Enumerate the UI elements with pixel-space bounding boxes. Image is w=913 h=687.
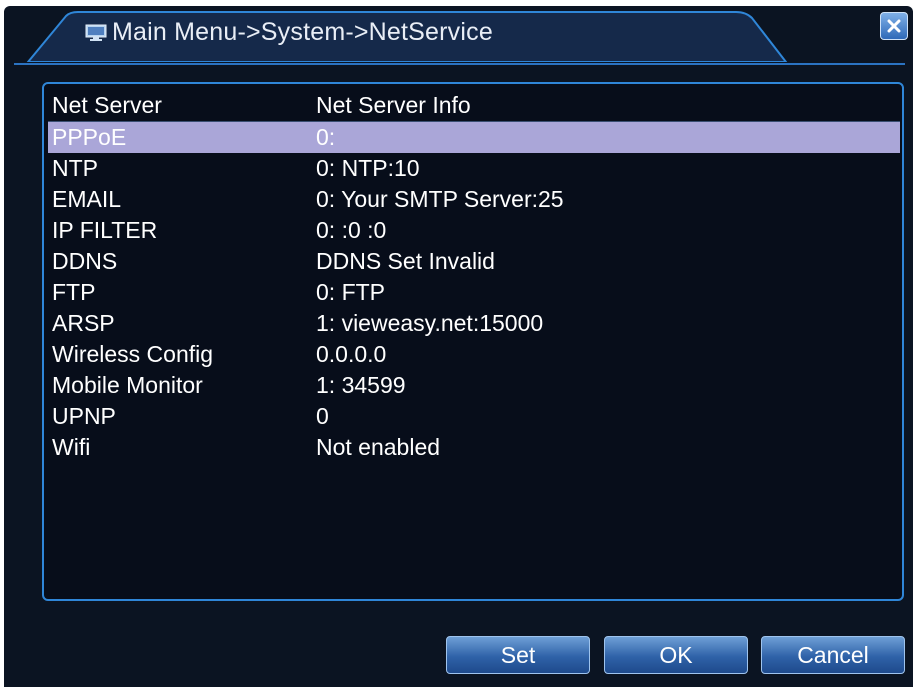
table-row-ftp[interactable]: FTP 0: FTP	[48, 277, 900, 308]
row-name: Wireless Config	[52, 341, 214, 367]
table-row-arsp[interactable]: ARSP 1: vieweasy.net:15000	[48, 308, 900, 339]
table-row-ip-filter[interactable]: IP FILTER 0: :0 :0	[48, 215, 900, 246]
table-row-email[interactable]: EMAIL 0: Your SMTP Server:25	[48, 184, 900, 215]
header-net-server: Net Server	[52, 92, 162, 118]
row-name: PPPoE	[52, 124, 127, 150]
close-icon	[887, 19, 901, 33]
table-row-wireless-config[interactable]: Wireless Config 0.0.0.0	[48, 339, 900, 370]
table-row-upnp[interactable]: UPNP 0	[48, 401, 900, 432]
row-info: 0: NTP:10	[316, 155, 420, 181]
table-header: Net Server Net Server Info	[48, 90, 900, 122]
table-row-ntp[interactable]: NTP 0: NTP:10	[48, 153, 900, 184]
row-name: NTP	[52, 155, 98, 181]
row-info: 1: vieweasy.net:15000	[316, 310, 544, 336]
set-button[interactable]: Set	[446, 636, 590, 674]
window-title: Main Menu->System->NetService	[112, 18, 493, 46]
title-separator	[14, 63, 905, 65]
row-name: IP FILTER	[52, 217, 158, 243]
row-info: 0	[316, 403, 329, 429]
close-button[interactable]	[880, 12, 908, 40]
cancel-button[interactable]: Cancel	[761, 636, 905, 674]
row-name: FTP	[52, 279, 96, 305]
row-name: Wifi	[52, 434, 91, 460]
row-info: Not enabled	[316, 434, 441, 460]
row-name: ARSP	[52, 310, 115, 336]
netservice-window: Main Menu->System->NetService Net Server…	[4, 6, 913, 687]
table-row-pppoe[interactable]: PPPoE 0:	[48, 122, 900, 153]
row-name: DDNS	[52, 248, 118, 274]
ok-button[interactable]: OK	[604, 636, 748, 674]
title-tab: Main Menu->System->NetService	[26, 10, 788, 62]
table-row-mobile-monitor[interactable]: Mobile Monitor 1: 34599	[48, 370, 900, 401]
row-name: EMAIL	[52, 186, 122, 212]
table-row-ddns[interactable]: DDNS DDNS Set Invalid	[48, 246, 900, 277]
monitor-icon	[85, 24, 107, 41]
header-net-server-info: Net Server Info	[316, 92, 471, 118]
row-info: 0: :0 :0	[316, 217, 387, 243]
row-info: 0.0.0.0	[316, 341, 387, 367]
row-info: DDNS Set Invalid	[316, 248, 495, 274]
row-info: 0: FTP	[316, 279, 386, 305]
table-row-wifi[interactable]: Wifi Not enabled	[48, 432, 900, 463]
row-info: 0:	[316, 124, 336, 150]
net-service-list[interactable]: Net Server Net Server Info PPPoE 0: NTP …	[42, 82, 904, 601]
row-name: Mobile Monitor	[52, 372, 203, 398]
row-info: 0: Your SMTP Server:25	[316, 186, 564, 212]
row-name: UPNP	[52, 403, 116, 429]
row-info: 1: 34599	[316, 372, 406, 398]
